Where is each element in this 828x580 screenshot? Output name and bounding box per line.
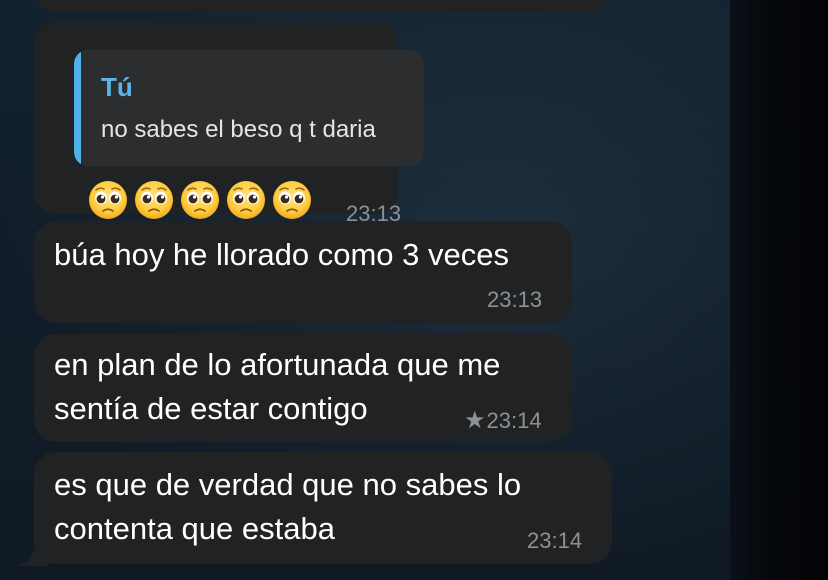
message-time: 23:13	[487, 287, 543, 312]
pleading-face-icon	[226, 180, 266, 220]
star-icon: ★	[464, 407, 486, 434]
pleading-face-icon	[134, 180, 174, 220]
message-text: búa hoy he llorado como 3 veces	[54, 233, 509, 277]
screen-edge	[730, 0, 828, 580]
quoted-message[interactable]: Tú no sabes el beso q t daria	[74, 50, 424, 166]
quote-author: Tú	[101, 72, 133, 102]
message-line: contenta que estaba	[54, 511, 335, 546]
message-line: es que de verdad que no sabes lo	[54, 467, 522, 502]
pleading-face-icon	[88, 180, 128, 220]
message-time: 23:14	[527, 528, 583, 553]
quote-accent-bar	[74, 50, 81, 166]
message-bubble[interactable]: es que de verdad que no sabes lo content…	[34, 452, 612, 564]
pleading-face-icon	[180, 180, 220, 220]
bubble-tail	[18, 540, 48, 566]
quote-text: no sabes el beso q t daria	[101, 116, 376, 143]
message-bubble[interactable]: en plan de lo afortunada que me sentía d…	[34, 334, 572, 442]
reply-message-bubble[interactable]: Tú no sabes el beso q t daria 23:13	[34, 22, 424, 226]
emoji-row	[88, 180, 312, 220]
message-time-row: ★23:14	[464, 406, 542, 435]
message-text: en plan de lo afortunada que me sentía d…	[54, 343, 500, 431]
message-line: búa hoy he llorado como 3 veces	[54, 237, 509, 272]
message-line: en plan de lo afortunada que me	[54, 347, 501, 382]
message-bubble[interactable]: búa hoy he llorado como 3 veces 23:13	[34, 221, 572, 323]
message-text: es que de verdad que no sabes lo content…	[54, 463, 521, 551]
message-time: 23:14	[486, 408, 542, 433]
message-line: sentía de estar contigo	[54, 391, 368, 426]
pleading-face-icon	[272, 180, 312, 220]
message-bubble-partial[interactable]	[34, 0, 610, 12]
